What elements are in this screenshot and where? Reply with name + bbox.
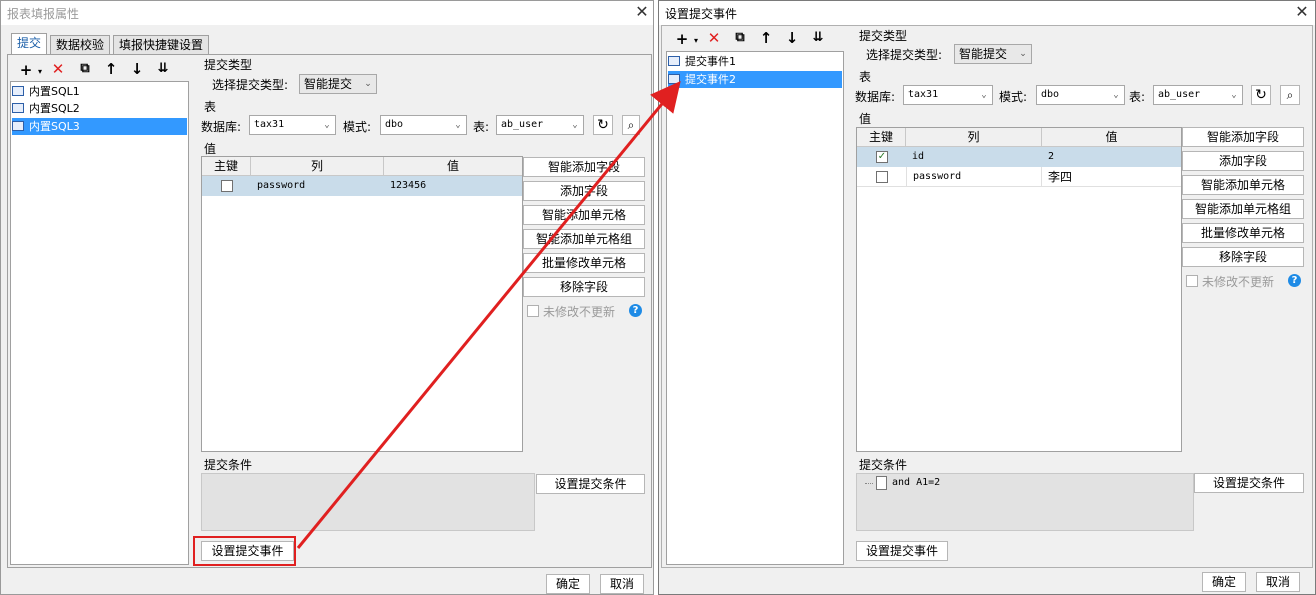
arrow-line xyxy=(296,81,681,549)
annotation-arrow xyxy=(296,81,681,549)
